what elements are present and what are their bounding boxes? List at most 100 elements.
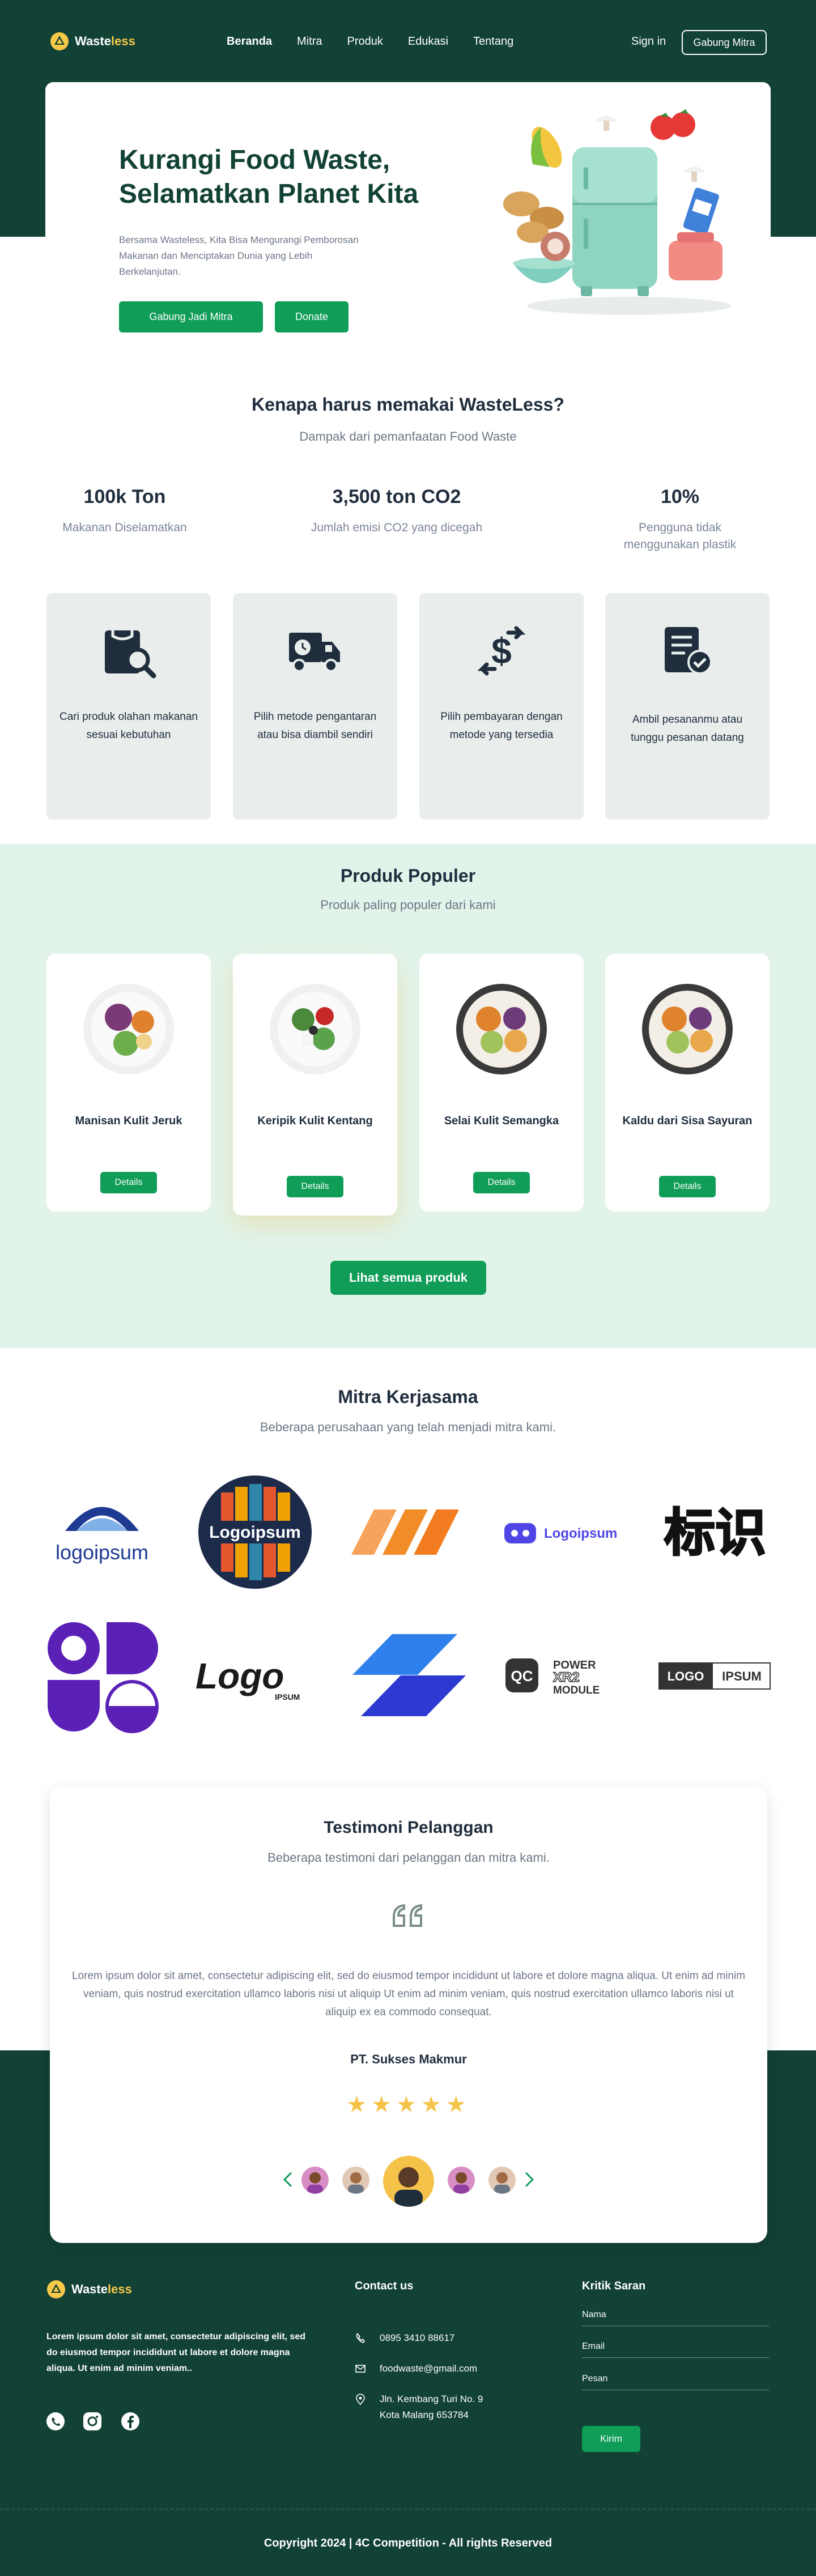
- message-field[interactable]: Pesan: [582, 2374, 769, 2390]
- instagram-icon[interactable]: [82, 2411, 103, 2432]
- stat-co2: 3,500 ton CO2 Jumlah emisi CO2 yang dice…: [272, 486, 521, 536]
- user-avatar-icon: [383, 2156, 434, 2207]
- contact-address: Jln. Kembang Turi No. 9 Kota Malang 65378…: [355, 2391, 483, 2423]
- brand-logo[interactable]: Wasteless: [50, 32, 135, 51]
- partner-logo-text: Logoipsum: [544, 1526, 617, 1541]
- partner-logo-10: LOGO IPSUM: [658, 1662, 771, 1690]
- feature-card-search: Cari produk olahan makanan sesuai kebutu…: [46, 593, 211, 820]
- product-details-button[interactable]: Details: [473, 1172, 530, 1193]
- partner-logo-text: Logoipsum: [209, 1523, 301, 1542]
- join-partner-button[interactable]: Gabung Mitra: [682, 30, 767, 55]
- chevron-left-icon[interactable]: [281, 2170, 295, 2189]
- search-bag-icon: [105, 630, 156, 679]
- stat-number: 100k Ton: [83, 486, 166, 507]
- user-avatar-icon: [342, 2166, 369, 2194]
- name-field[interactable]: Nama: [582, 2310, 769, 2326]
- nav-produk[interactable]: Produk: [347, 35, 382, 48]
- footer-description: Lorem ipsum dolor sit amet, consectetur …: [46, 2332, 305, 2373]
- avatar[interactable]: [448, 2166, 475, 2194]
- user-avatar-icon: [448, 2166, 475, 2194]
- partner-logo-text: IPSUM: [275, 1692, 300, 1701]
- product-name: Kaldu dari Sisa Sayuran: [622, 1115, 753, 1127]
- partner-logo-text: IPSUM: [722, 1669, 762, 1683]
- contact-phone-text: 0895 3410 88617: [380, 2332, 455, 2343]
- testimonial-title: Testimoni Pelanggan: [324, 1818, 494, 1837]
- partner-logo-text: XR2: [553, 1670, 580, 1685]
- product-card[interactable]: Keripik Kulit Kentang Details: [233, 954, 397, 1216]
- salad-plate-image: [83, 984, 174, 1074]
- product-name: Keripik Kulit Kentang: [257, 1115, 373, 1127]
- donate-button[interactable]: Donate: [275, 301, 348, 332]
- main-nav: Wasteless Beranda Mitra Produk Edukasi T…: [0, 0, 816, 85]
- mail-icon: [355, 2365, 366, 2373]
- partner-logo-2: Logoipsum: [198, 1475, 312, 1589]
- email-field[interactable]: Email: [582, 2342, 769, 2358]
- stat-label: Makanan Diselamatkan: [62, 521, 187, 534]
- user-avatar-icon: [488, 2166, 516, 2194]
- feature-card-payment: $ Pilih pembayaran dengan metode yang te…: [419, 593, 584, 820]
- avatar[interactable]: [301, 2166, 329, 2194]
- why-subtitle: Dampak dari pemanfaatan Food Waste: [299, 429, 517, 443]
- partner-logo-8: [352, 1634, 466, 1716]
- brand-name-accent: less: [107, 2282, 132, 2296]
- nav-mitra[interactable]: Mitra: [297, 35, 322, 48]
- chevron-right-icon[interactable]: [522, 2170, 536, 2189]
- phone-icon: [356, 2332, 366, 2343]
- order-check-icon: [665, 627, 712, 675]
- partners-title: Mitra Kerjasama: [338, 1387, 478, 1407]
- partner-logo-4: Logoipsum: [504, 1523, 617, 1543]
- stat-plastic: 10% Pengguna tidak menggunakan plastik: [601, 486, 759, 553]
- view-all-products-button[interactable]: Lihat semua produk: [330, 1261, 486, 1295]
- contact-phone[interactable]: 0895 3410 88617: [355, 2330, 454, 2346]
- recycle-logo-icon: [47, 2280, 65, 2298]
- signin-link[interactable]: Sign in: [631, 35, 666, 48]
- product-details-button[interactable]: Details: [100, 1172, 157, 1193]
- partner-logo-5: 标识: [664, 1503, 767, 1561]
- hero-description: Bersama Wasteless, Kita Bisa Mengurangi …: [119, 234, 359, 277]
- product-details-button[interactable]: Details: [659, 1176, 716, 1197]
- facebook-icon[interactable]: [120, 2411, 141, 2432]
- hero-title-line1: Kurangi Food Waste,: [119, 145, 390, 175]
- stat-label: Jumlah emisi CO2 yang dicegah: [311, 521, 483, 534]
- partners-subtitle: Beberapa perusahaan yang telah menjadi m…: [260, 1420, 556, 1434]
- partner-logo-text: logoipsum: [56, 1541, 148, 1564]
- nav-edukasi[interactable]: Edukasi: [408, 35, 448, 48]
- salad-plate-image: [270, 984, 360, 1074]
- copyright-text: Copyright 2024 | 4C Competition - All ri…: [264, 2537, 552, 2549]
- contact-email[interactable]: foodwaste@gmail.com: [355, 2361, 477, 2377]
- hero-title: Kurangi Food Waste, Selamatkan Planet Ki…: [119, 143, 482, 211]
- partner-logo-text: MODULE: [553, 1684, 600, 1696]
- avatar[interactable]: [342, 2166, 369, 2194]
- contact-title: Contact us: [355, 2280, 414, 2292]
- product-card[interactable]: Kaldu dari Sisa Sayuran Details: [605, 954, 770, 1212]
- nav-tentang[interactable]: Tentang: [473, 35, 513, 48]
- location-pin-icon: [356, 2394, 365, 2405]
- feedback-title: Kritik Saran: [582, 2280, 646, 2292]
- product-details-button[interactable]: Details: [287, 1176, 343, 1197]
- submit-feedback-button[interactable]: Kirim: [582, 2426, 640, 2452]
- nav-beranda[interactable]: Beranda: [227, 35, 272, 48]
- partner-logo-text: 标识: [664, 1503, 766, 1560]
- partner-logo-6: [48, 1622, 159, 1733]
- footer-divider: [0, 2509, 816, 2510]
- avatar-active[interactable]: [383, 2156, 434, 2207]
- bowl-dish-image: [642, 984, 733, 1074]
- delivery-truck-icon: [289, 633, 340, 672]
- partner-logo-7: Logo IPSUM: [196, 1656, 300, 1701]
- product-card[interactable]: Manisan Kulit Jeruk Details: [46, 954, 211, 1212]
- testimonial-author: PT. Sukses Makmur: [350, 2052, 467, 2066]
- why-title: Kenapa harus memakai WasteLess?: [252, 394, 564, 415]
- feature-text: Pilih metode pengantaran atau bisa diamb…: [253, 711, 377, 741]
- brand-name-main: Waste: [71, 2282, 108, 2296]
- footer-brand-logo[interactable]: Wasteless: [46, 2280, 132, 2299]
- avatar[interactable]: [488, 2166, 516, 2194]
- join-as-partner-button[interactable]: Gabung Jadi Mitra: [119, 301, 263, 332]
- product-name: Selai Kulit Semangka: [444, 1115, 559, 1127]
- fridge-food-illustration: [503, 109, 731, 315]
- address-line2: Kota Malang 653784: [380, 2409, 469, 2420]
- testimonial-subtitle: Beberapa testimoni dari pelanggan dan mi…: [267, 1850, 550, 1865]
- partner-logo-text: QC: [511, 1667, 533, 1684]
- contact-email-text: foodwaste@gmail.com: [380, 2363, 478, 2374]
- whatsapp-icon[interactable]: [45, 2411, 66, 2432]
- product-card[interactable]: Selai Kulit Semangka Details: [419, 954, 584, 1212]
